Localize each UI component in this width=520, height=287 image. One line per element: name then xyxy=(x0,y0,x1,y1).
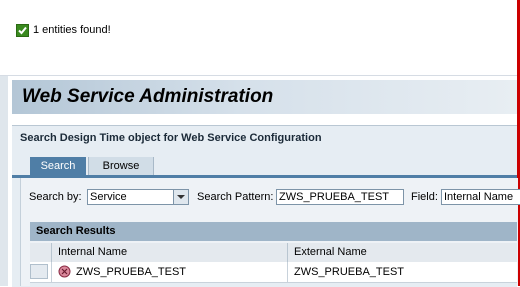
row-selector[interactable] xyxy=(30,264,48,279)
field-label: Field: xyxy=(411,191,438,203)
success-check-icon xyxy=(16,24,29,37)
column-header-external-name[interactable]: External Name xyxy=(287,243,517,262)
panel-title: Search Design Time object for Web Servic… xyxy=(20,132,322,144)
tab-strip: Search Browse xyxy=(12,155,517,178)
search-pattern-label: Search Pattern: xyxy=(197,191,274,203)
left-margin xyxy=(0,76,8,286)
header-divider xyxy=(12,114,517,117)
page-title: Web Service Administration xyxy=(22,86,274,107)
search-by-label: Search by: xyxy=(29,191,82,203)
service-definition-icon xyxy=(58,265,71,278)
tab-search[interactable]: Search xyxy=(30,157,86,175)
field-select[interactable]: Internal Name xyxy=(441,189,520,205)
table-row[interactable]: ZWS_PRUEBA_TEST ZWS_PRUEBA_TEST xyxy=(30,262,517,283)
external-name-value: ZWS_PRUEBA_TEST xyxy=(294,266,405,278)
field-value: Internal Name xyxy=(444,191,514,203)
message-bar: 1 entities found! xyxy=(0,0,517,76)
page-header: Web Service Administration xyxy=(12,80,517,114)
cell-external-name: ZWS_PRUEBA_TEST xyxy=(287,262,517,282)
chevron-down-icon[interactable] xyxy=(173,190,188,204)
select-all-header[interactable] xyxy=(30,243,51,262)
search-results-header: Search Results xyxy=(30,222,517,241)
search-by-value: Service xyxy=(90,191,127,203)
search-pattern-input[interactable]: ZWS_PRUEBA_TEST xyxy=(276,189,404,205)
results-table-header: Internal Name External Name xyxy=(30,243,517,263)
search-results-title: Search Results xyxy=(36,225,116,237)
message-text: 1 entities found! xyxy=(33,24,111,36)
search-by-select[interactable]: Service xyxy=(87,189,189,205)
tab-browse[interactable]: Browse xyxy=(88,157,154,175)
column-header-internal-name[interactable]: Internal Name xyxy=(51,243,287,262)
internal-name-value: ZWS_PRUEBA_TEST xyxy=(76,266,187,278)
cell-internal-name[interactable]: ZWS_PRUEBA_TEST xyxy=(51,262,287,282)
search-pattern-value: ZWS_PRUEBA_TEST xyxy=(279,191,390,203)
